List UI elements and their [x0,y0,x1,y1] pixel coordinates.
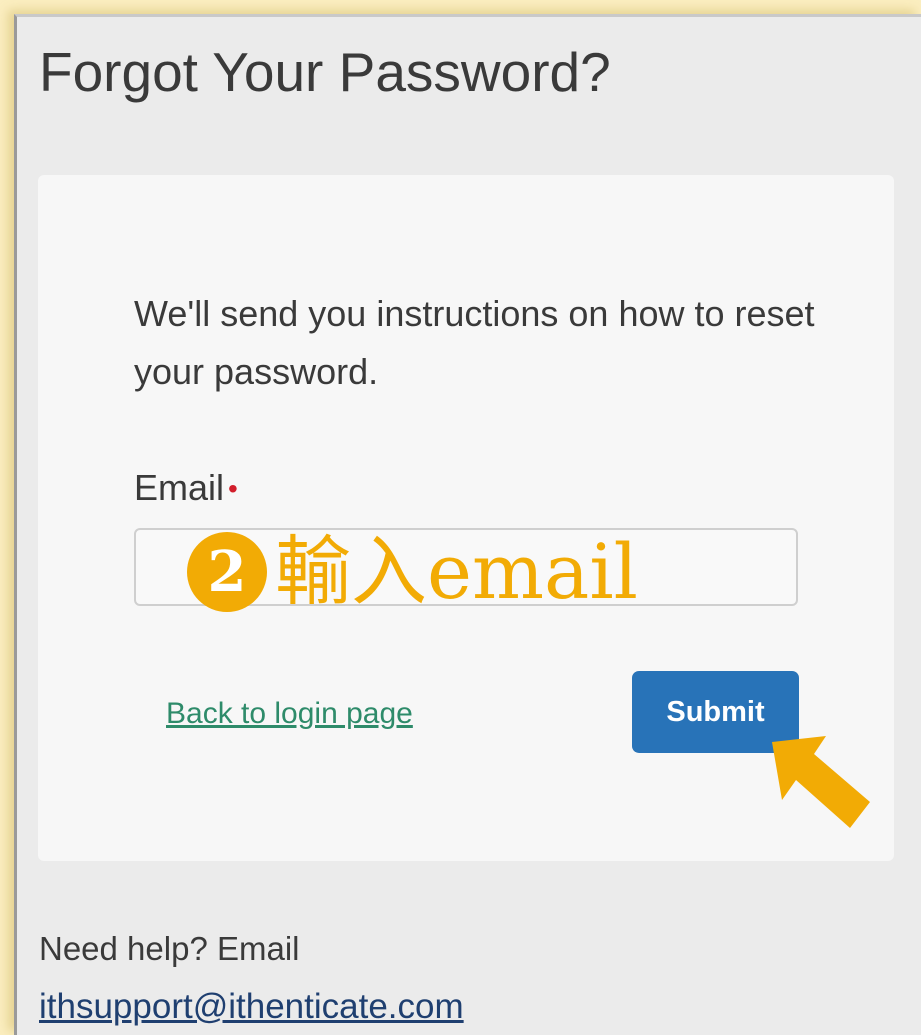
email-input[interactable] [134,528,798,606]
required-indicator: • [228,473,238,504]
page-title: Forgot Your Password? [39,41,611,103]
help-text: Need help? Email [39,930,300,967]
email-label: Email • [134,466,238,513]
support-email-link[interactable]: ithsupport@ithenticate.com [39,985,464,1029]
back-to-login-link[interactable]: Back to login page [166,694,413,734]
submit-button[interactable]: Submit [632,671,799,753]
email-label-text: Email [134,467,225,508]
reset-form-card: We'll send you instructions on how to re… [38,175,894,861]
page-frame: Forgot Your Password? We'll send you ins… [14,14,921,1035]
instructions-text: We'll send you instructions on how to re… [134,293,815,392]
